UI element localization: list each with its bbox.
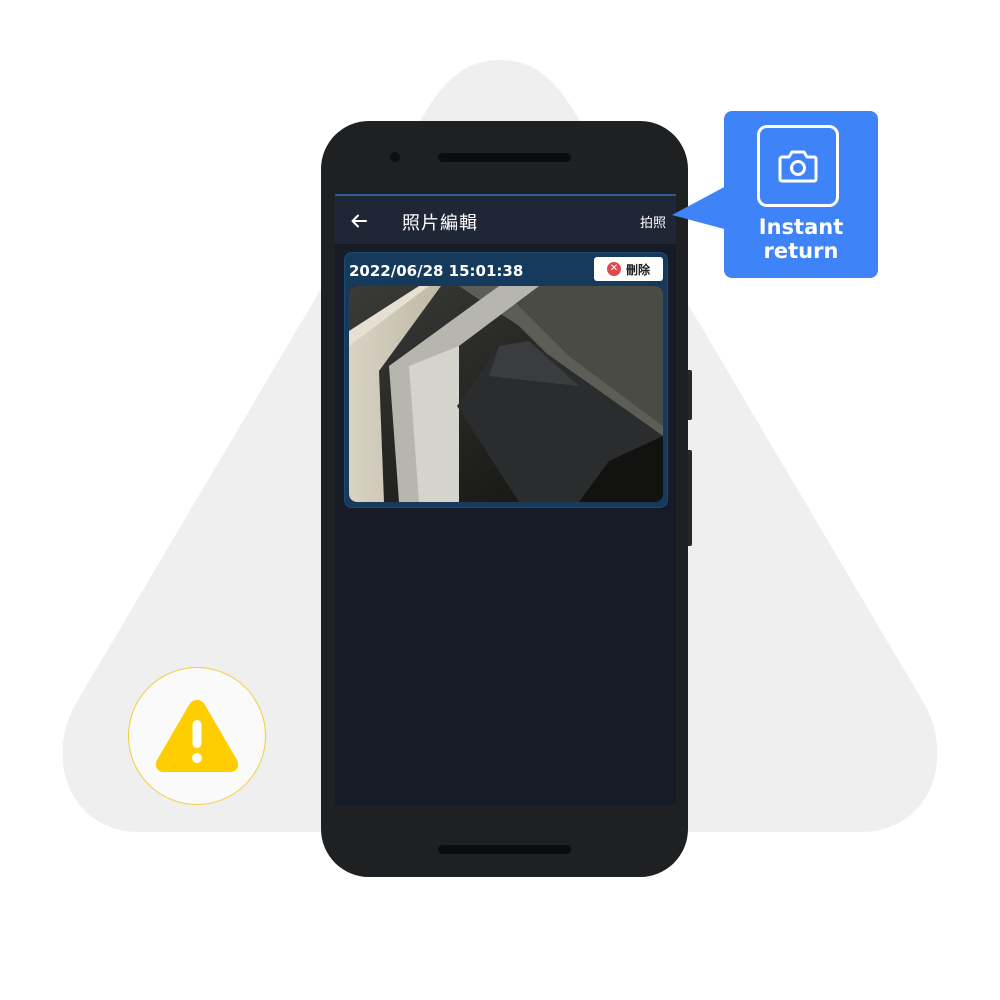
delete-button[interactable]: ✕ 刪除 bbox=[594, 257, 663, 281]
app-bar: 照片編輯 拍照 bbox=[335, 194, 676, 244]
warning-triangle-icon bbox=[155, 700, 239, 772]
photo-timestamp: 2022/06/28 15:01:38 bbox=[349, 262, 524, 280]
callout-text: Instant return bbox=[724, 215, 878, 263]
callout-text-line2: return bbox=[763, 239, 839, 263]
warning-badge bbox=[128, 667, 266, 805]
take-photo-button[interactable]: 拍照 bbox=[640, 212, 666, 231]
photo-card: 2022/06/28 15:01:38 ✕ 刪除 bbox=[344, 252, 668, 508]
delete-label: 刪除 bbox=[625, 262, 650, 277]
close-circle-icon: ✕ bbox=[606, 262, 621, 276]
page-title: 照片編輯 bbox=[402, 213, 478, 234]
photo-image bbox=[349, 286, 663, 502]
phone-device: 照片編輯 拍照 2022/06/28 15:01:38 ✕ 刪除 bbox=[321, 121, 688, 877]
bottom-speaker bbox=[438, 845, 571, 854]
front-camera bbox=[390, 152, 400, 162]
camera-icon bbox=[778, 150, 818, 183]
arrow-left-icon[interactable] bbox=[349, 211, 369, 231]
instant-return-callout: Instant return bbox=[724, 111, 878, 278]
app-screen: 照片編輯 拍照 2022/06/28 15:01:38 ✕ 刪除 bbox=[335, 194, 676, 805]
earpiece-speaker bbox=[438, 153, 571, 162]
callout-text-line1: Instant bbox=[758, 215, 844, 239]
camera-icon-frame bbox=[757, 125, 839, 207]
captured-photo[interactable] bbox=[349, 286, 663, 502]
